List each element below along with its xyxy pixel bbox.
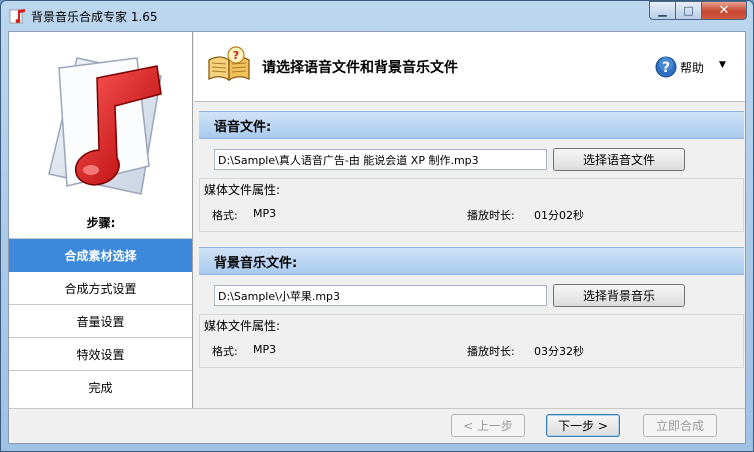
- svg-text:?: ?: [662, 60, 670, 76]
- compose-now-button[interactable]: 立即合成: [643, 414, 717, 437]
- minimize-button[interactable]: ▁: [649, 1, 676, 20]
- voice-props-title: 媒体文件属性:: [204, 183, 281, 197]
- title-bar[interactable]: 背景音乐合成专家 1.65 ▁ □ ✕: [1, 1, 753, 31]
- music-media-properties: 媒体文件属性: 格式: MP3 播放时长: 03分32秒: [199, 314, 744, 368]
- step-mix-mode[interactable]: 合成方式设置: [9, 272, 192, 305]
- music-props-title: 媒体文件属性:: [204, 319, 281, 333]
- page-header: ? 请选择语音文件和背景音乐文件 ? 帮助 ▼: [194, 32, 745, 102]
- music-format-label: 格式:: [212, 345, 238, 358]
- step-volume[interactable]: 音量设置: [9, 305, 192, 338]
- close-button[interactable]: ✕: [702, 1, 747, 20]
- music-duration-value: 03分32秒: [534, 345, 584, 358]
- music-format-value: MP3: [253, 343, 277, 356]
- window-title: 背景音乐合成专家 1.65: [31, 10, 158, 24]
- page-title: 请选择语音文件和背景音乐文件: [262, 60, 458, 76]
- select-voice-file-button[interactable]: 选择语音文件: [553, 148, 685, 171]
- wizard-footer: < 上一步 下一步 > 立即合成: [9, 408, 745, 443]
- music-duration-label: 播放时长:: [467, 345, 515, 358]
- voice-section-title: 语音文件:: [199, 111, 744, 139]
- help-icon[interactable]: ?: [655, 56, 677, 78]
- app-window: 背景音乐合成专家 1.65 ▁ □ ✕ 步骤: 合成素材选择 合成方式设置 音量…: [0, 0, 754, 452]
- music-path-input[interactable]: [214, 285, 547, 306]
- help-dropdown-chevron-down-icon[interactable]: ▼: [719, 60, 726, 70]
- maximize-button[interactable]: □: [676, 1, 702, 20]
- main-panel: ? 请选择语音文件和背景音乐文件 ? 帮助 ▼ 语音文件: 选择语音文件: [194, 32, 745, 408]
- svg-text:?: ?: [233, 49, 239, 62]
- step-finish[interactable]: 完成: [9, 371, 192, 404]
- select-music-file-button[interactable]: 选择背景音乐: [553, 284, 685, 307]
- steps-label: 步骤:: [86, 216, 116, 230]
- voice-file-row: 选择语音文件: [199, 139, 744, 178]
- client-area: 步骤: 合成素材选择 合成方式设置 音量设置 特效设置 完成 ? 请选择语音文件…: [8, 31, 746, 444]
- book-help-icon: ?: [208, 46, 250, 82]
- sidebar: 步骤: 合成素材选择 合成方式设置 音量设置 特效设置 完成: [9, 32, 193, 408]
- app-music-icon: [9, 9, 25, 24]
- music-section-title: 背景音乐文件:: [199, 247, 744, 275]
- voice-path-input[interactable]: [214, 149, 547, 170]
- voice-duration-label: 播放时长:: [467, 209, 515, 222]
- voice-duration-value: 01分02秒: [534, 209, 584, 222]
- step-material-select[interactable]: 合成素材选择: [9, 239, 192, 272]
- voice-format-value: MP3: [253, 207, 277, 220]
- voice-media-properties: 媒体文件属性: 格式: MP3 播放时长: 01分02秒: [199, 178, 744, 232]
- music-note-logo-icon: [48, 57, 162, 195]
- help-label[interactable]: 帮助: [680, 59, 704, 76]
- music-file-row: 选择背景音乐: [199, 275, 744, 314]
- voice-format-label: 格式:: [212, 209, 238, 222]
- prev-step-button[interactable]: < 上一步: [451, 414, 525, 437]
- step-effects[interactable]: 特效设置: [9, 338, 192, 371]
- next-step-button[interactable]: 下一步 >: [546, 414, 620, 437]
